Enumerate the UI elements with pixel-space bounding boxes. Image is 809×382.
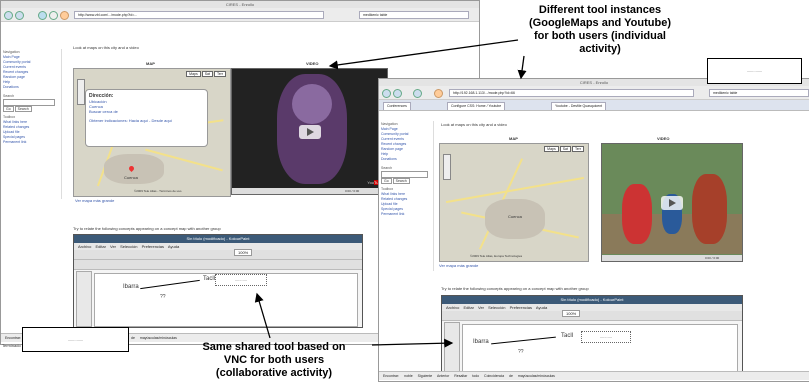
annotation-arrows bbox=[254, 39, 527, 348]
arrow-to-right-window bbox=[517, 55, 527, 80]
arrow-to-left-vnc bbox=[254, 292, 271, 339]
arrow-to-right-vnc bbox=[371, 338, 454, 348]
arrow-to-left-video bbox=[328, 39, 519, 70]
